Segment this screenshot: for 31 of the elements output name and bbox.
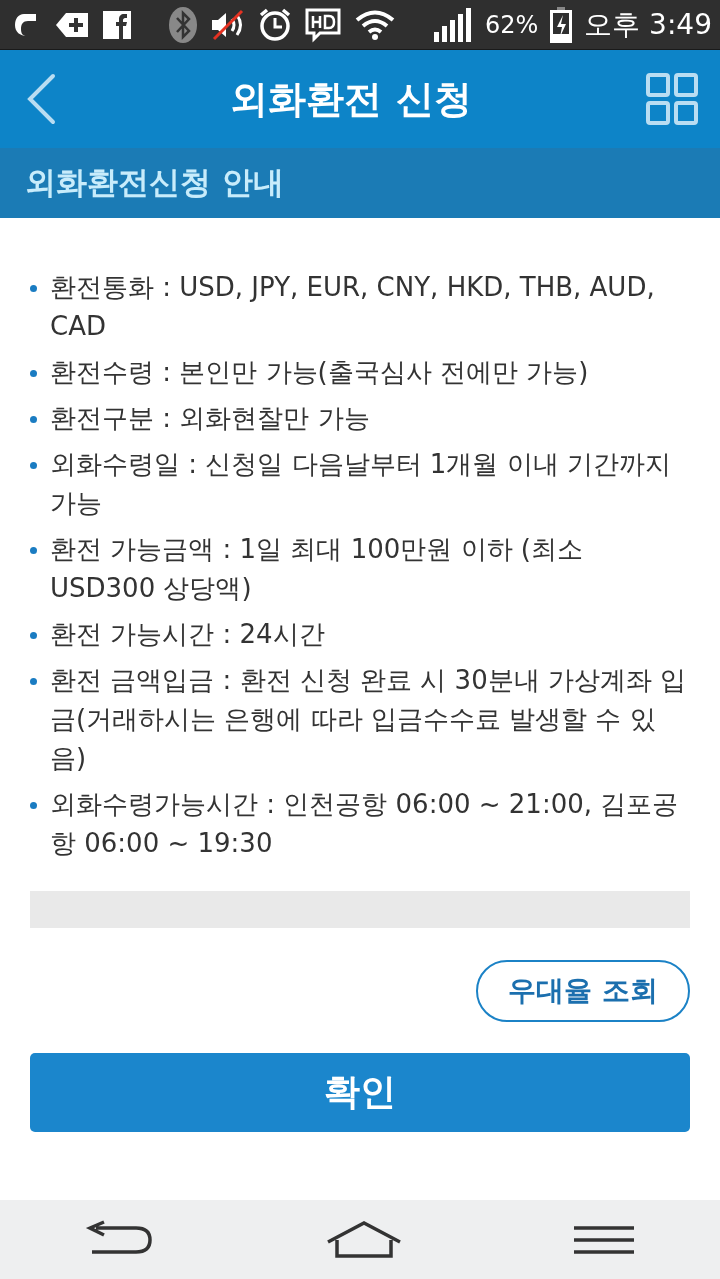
info-text: 환전 금액입금 : 환전 신청 완료 시 30분내 가상계좌 입금(거래하시는 은행에 따라 입금수수료 발생할 수 있음) (50, 664, 688, 775)
clock-time: 오후 3:49 (584, 6, 712, 43)
info-text: 외화수령일 : 신청일 다음날부터 1개월 이내 기간까지 가능 (50, 448, 672, 520)
info-text: 환전수령 : 본인만 가능(출국심사 전에만 가능) (50, 356, 589, 389)
bluetooth-icon (168, 5, 199, 44)
alarm-clock-icon (258, 6, 293, 43)
section-title: 외화환전신청 안내 (25, 163, 284, 202)
confirm-button[interactable]: 확인 (30, 1053, 690, 1132)
bullet-icon (30, 632, 37, 639)
rate-inquiry-button[interactable]: 우대율 조회 (476, 960, 690, 1022)
hd-voice-icon (304, 6, 343, 43)
home-icon[interactable] (325, 1219, 403, 1260)
facebook-icon (102, 9, 132, 40)
bullet-icon (30, 416, 37, 423)
charging-battery-icon (550, 6, 573, 43)
info-text: 환전 가능시간 : 24시간 (50, 618, 325, 651)
bullet-icon (30, 678, 37, 685)
wifi-icon (354, 8, 397, 41)
signal-icon (432, 7, 473, 42)
bullet-icon (30, 370, 37, 377)
battery-percent: 62% (484, 10, 539, 39)
info-text: 환전 가능금액 : 1일 최대 100만원 이하 (최소 USD300 상당액) (50, 533, 584, 605)
page-title: 외화환전 신청 (230, 75, 472, 123)
info-text: 외화수령가능시간 : 인천공항 06:00 ~ 21:00, 김포공항 06:00 ~ 19:30 (50, 788, 680, 860)
bullet-icon (30, 462, 37, 469)
bullet-icon (30, 802, 37, 809)
info-text: 환전구분 : 외화현찰만 가능 (50, 402, 370, 435)
info-text: 환전통화 : USD, JPY, EUR, CNY, HKD, THB, AUD, CAD (50, 271, 656, 343)
grid-menu-icon[interactable] (646, 73, 698, 125)
bullet-icon (30, 285, 37, 292)
bullet-icon (30, 547, 37, 554)
